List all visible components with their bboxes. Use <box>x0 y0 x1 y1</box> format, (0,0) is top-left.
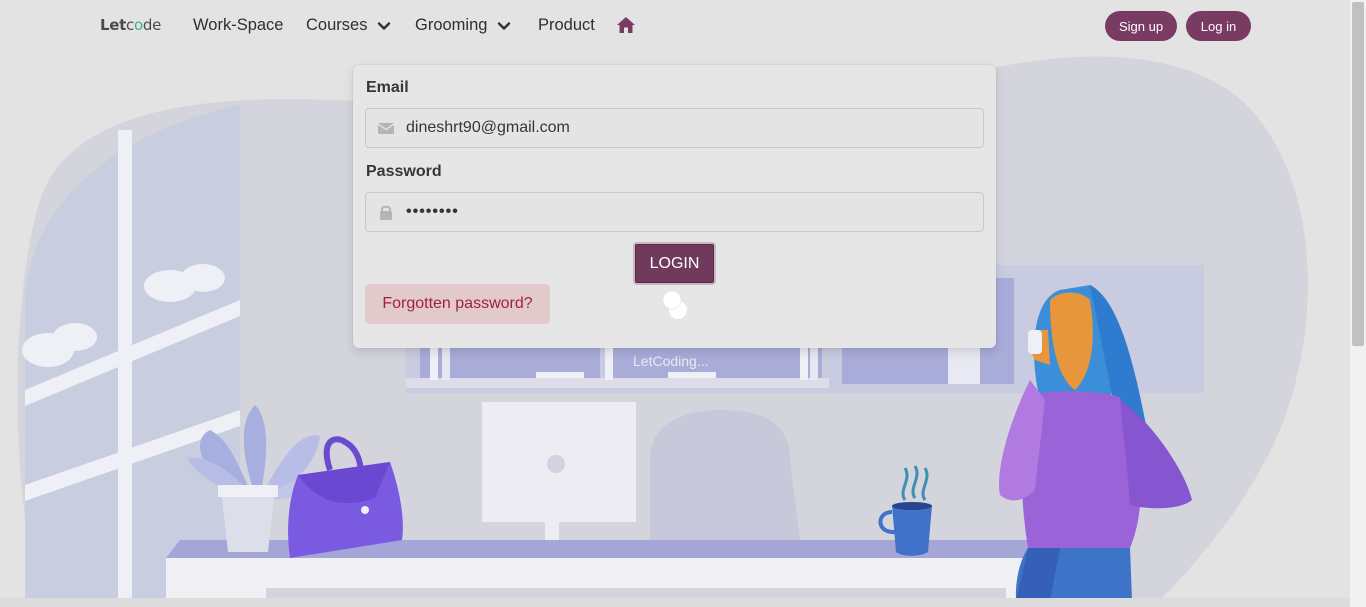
horizontal-scrollbar[interactable] <box>0 598 1350 607</box>
nav-item-grooming[interactable]: Grooming <box>415 16 511 35</box>
nav-item-label: Courses <box>306 16 368 34</box>
logo-text-o: o <box>133 16 143 34</box>
password-field-wrapper <box>365 192 984 232</box>
home-icon[interactable] <box>616 16 636 34</box>
logo-text-de: de <box>142 16 162 34</box>
logo-text-let: Let <box>100 16 127 34</box>
logo-text-c: c <box>126 16 134 34</box>
loading-spinner-icon <box>662 290 687 319</box>
nav-item-label: Grooming <box>415 16 488 34</box>
password-label: Password <box>366 163 442 180</box>
nav-item-workspace[interactable]: Work-Space <box>193 16 283 35</box>
scrollbar-thumb[interactable] <box>1352 2 1364 346</box>
letcode-logo[interactable]: Letcode <box>100 16 161 34</box>
nav-item-courses[interactable]: Courses <box>306 16 391 35</box>
nav-item-label: Work-Space <box>193 16 284 34</box>
chevron-down-icon <box>498 21 511 30</box>
signup-button[interactable]: Sign up <box>1105 11 1177 41</box>
email-field[interactable] <box>366 109 983 147</box>
nav-item-label: Product <box>538 16 595 34</box>
vertical-scrollbar[interactable] <box>1350 0 1366 607</box>
top-navbar: Letcode Work-Space Courses Grooming Prod… <box>0 0 1350 52</box>
email-field-wrapper <box>365 108 984 148</box>
password-field[interactable] <box>366 193 983 231</box>
chevron-down-icon <box>378 21 391 30</box>
login-submit-button[interactable]: LOGIN <box>633 242 716 285</box>
nav-item-product[interactable]: Product <box>538 16 595 35</box>
login-card: Email Password LOGIN Forgotten password? <box>353 65 996 348</box>
email-label: Email <box>366 79 409 96</box>
forgot-password-button[interactable]: Forgotten password? <box>365 284 550 324</box>
loading-text: LetCoding... <box>633 353 709 369</box>
login-nav-button[interactable]: Log in <box>1186 11 1251 41</box>
